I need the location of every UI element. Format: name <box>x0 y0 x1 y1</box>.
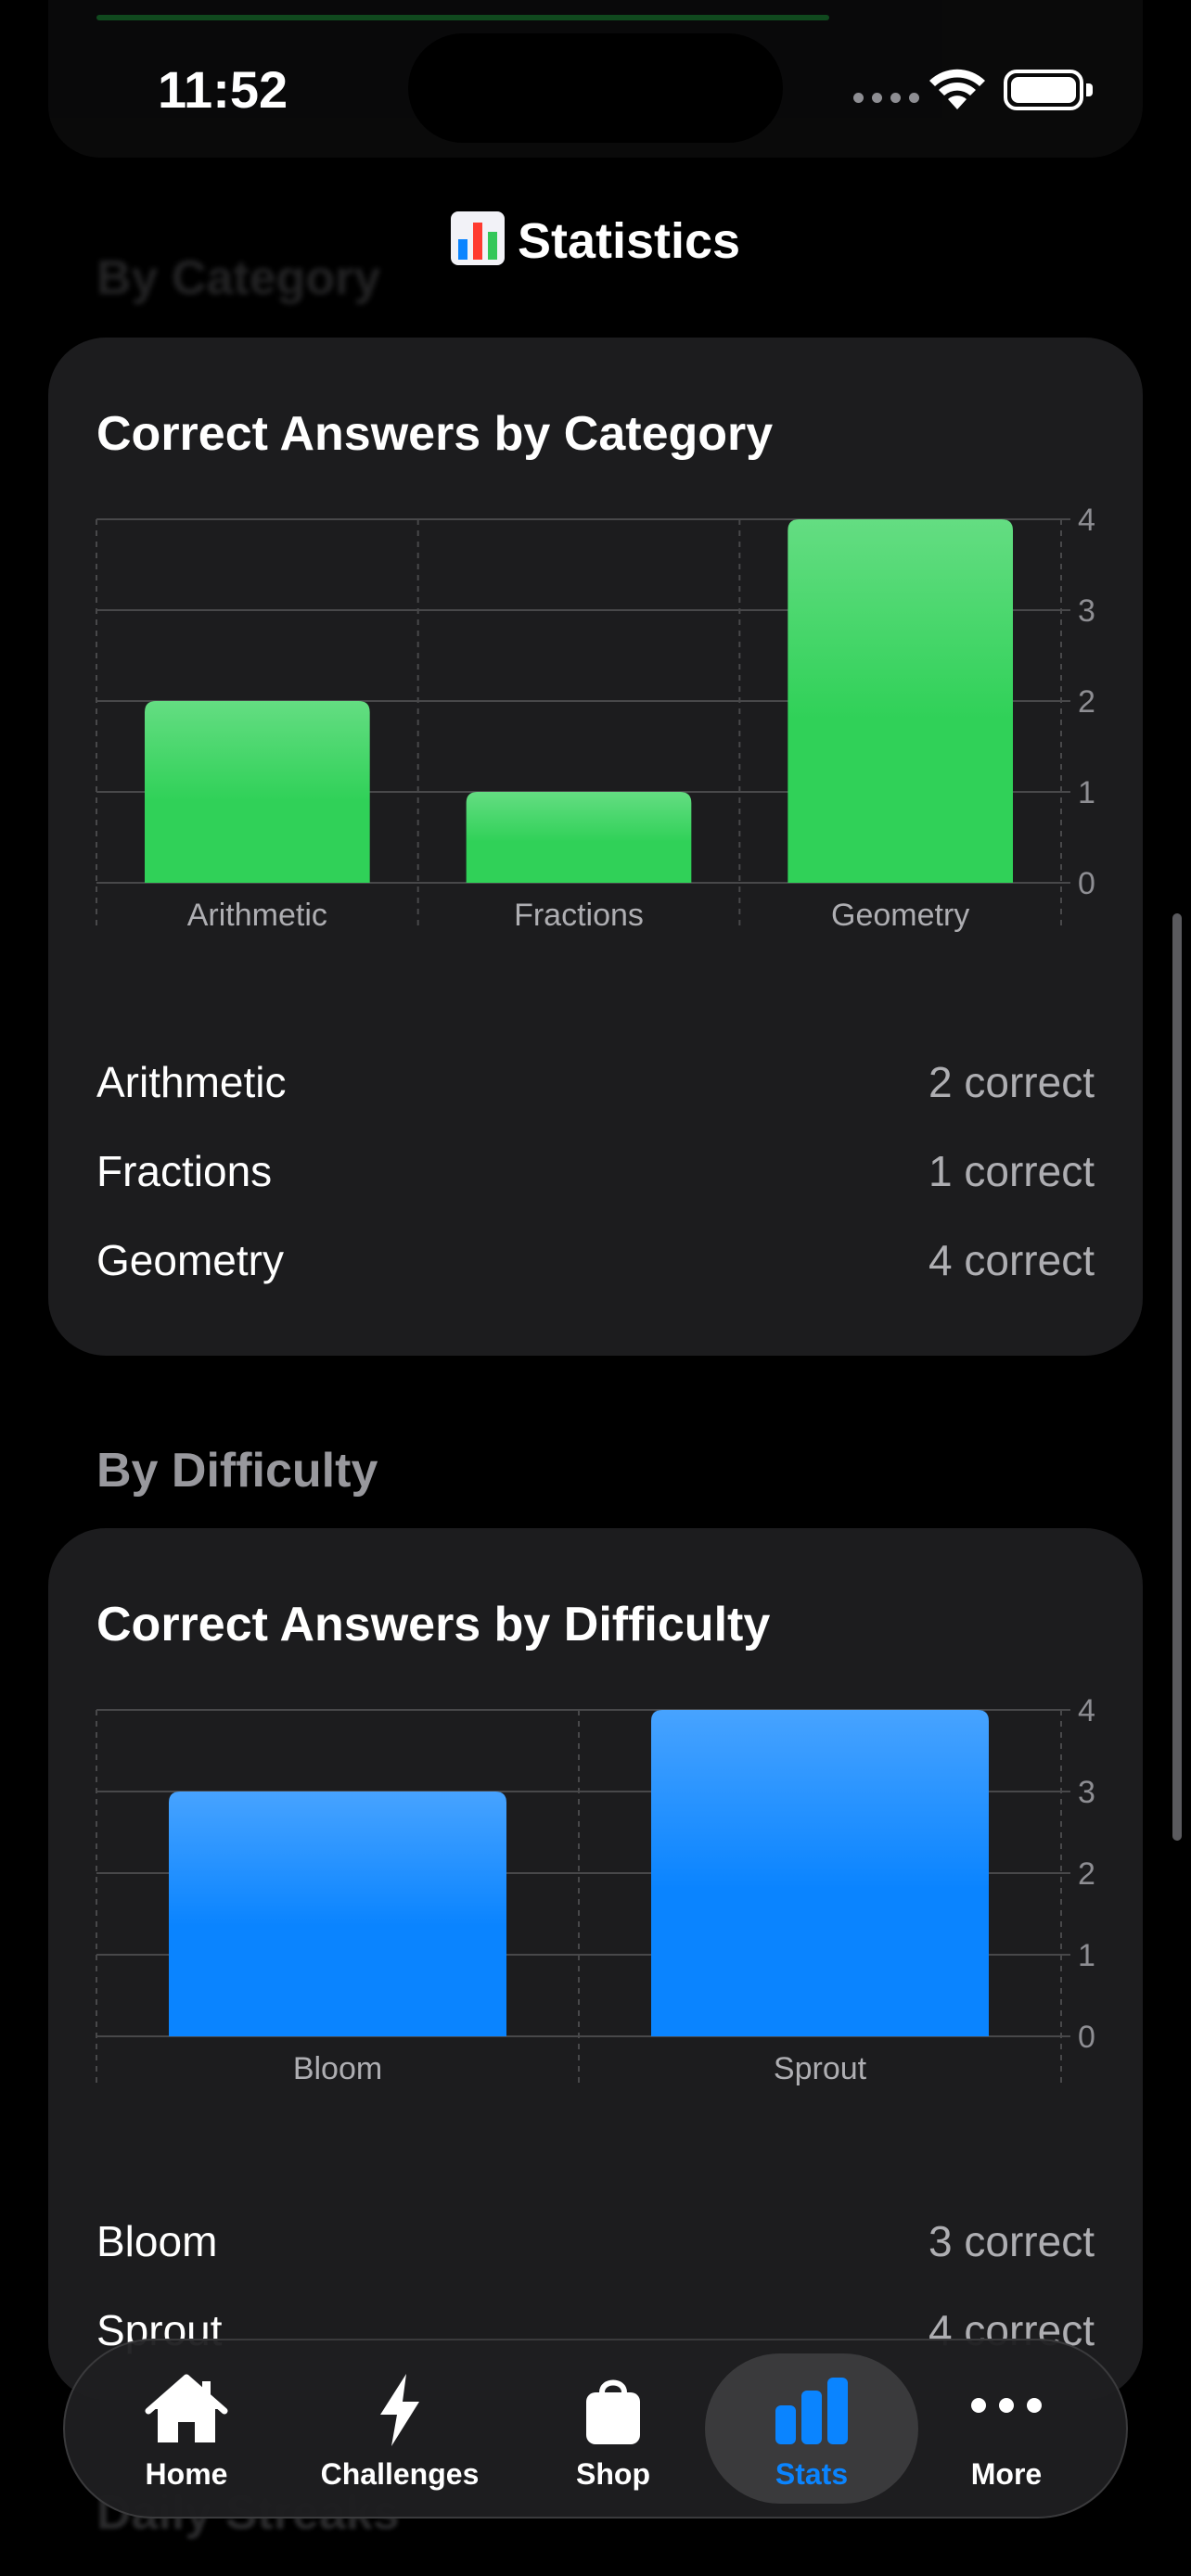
tab-label: Challenges <box>320 2457 480 2491</box>
page-title-text: Statistics <box>517 213 741 269</box>
x-tick-label: Sprout <box>774 2051 867 2086</box>
bar-fractions <box>466 792 692 883</box>
y-tick-label: 1 <box>1078 1938 1095 1973</box>
bag-icon <box>586 2379 640 2444</box>
x-tick-label: Fractions <box>514 898 644 933</box>
house-icon <box>145 2374 228 2442</box>
y-tick-label: 0 <box>1078 866 1095 901</box>
tab-label: Shop <box>576 2457 650 2491</box>
bar-geometry <box>788 519 1013 883</box>
battery-icon <box>1004 70 1093 110</box>
difficulty-chart-title: Correct Answers by Difficulty <box>96 1598 771 1651</box>
status-time: 11:52 <box>158 60 288 119</box>
y-tick-label: 2 <box>1078 684 1095 720</box>
bar-bloom <box>169 1792 506 2036</box>
ellipsis-icon <box>971 2398 1042 2413</box>
stat-row-value: 1 correct <box>928 1147 1095 1195</box>
stat-row-geometry: Geometry 4 correct <box>96 1235 1095 1285</box>
y-tick-label: 2 <box>1078 1856 1095 1892</box>
tab-stats[interactable]: Stats <box>705 2353 918 2504</box>
x-tick-label: Arithmetic <box>187 898 327 933</box>
tab-shop[interactable]: Shop <box>506 2353 720 2504</box>
category-chart-card: Correct Answers by Category 0 1 2 3 4 Arithme… <box>48 338 1143 1356</box>
stat-row-fractions: Fractions 1 correct <box>96 1146 1095 1196</box>
stat-row-label: Geometry <box>96 1236 284 1284</box>
bar-sprout <box>651 1710 989 2036</box>
category-chart-title: Correct Answers by Category <box>96 407 774 461</box>
stat-row-value: 3 correct <box>928 2217 1095 2265</box>
cellular-signal-icon <box>853 93 919 103</box>
x-tick-label: Geometry <box>831 898 969 933</box>
y-tick-label: 3 <box>1078 593 1095 629</box>
stats-screen: 11:52 By Category Statistics Correct Ans… <box>0 0 1191 2576</box>
stat-row-arithmetic: Arithmetic 2 correct <box>96 1057 1095 1107</box>
y-tick-label: 3 <box>1078 1775 1095 1810</box>
bar-chart-emoji-icon <box>450 211 505 265</box>
tab-bar: Home Challenges Shop Stats More <box>63 2339 1128 2519</box>
tab-label: Stats <box>775 2457 849 2491</box>
y-tick-label: 4 <box>1078 1695 1095 1728</box>
tab-home[interactable]: Home <box>80 2353 293 2504</box>
stat-row-value: 4 correct <box>928 1236 1095 1284</box>
stat-row-bloom: Bloom 3 correct <box>96 2216 1095 2266</box>
stat-row-label: Bloom <box>96 2217 218 2265</box>
stat-row-value: 2 correct <box>928 1058 1095 1106</box>
scroll-indicator[interactable] <box>1172 913 1182 1841</box>
stat-row-label: Arithmetic <box>96 1058 287 1106</box>
wifi-icon <box>929 69 985 109</box>
stat-row-label: Fractions <box>96 1147 273 1195</box>
y-tick-label: 1 <box>1078 775 1095 810</box>
tab-more[interactable]: More <box>900 2353 1113 2504</box>
y-tick-label: 4 <box>1078 504 1095 538</box>
bolt-icon <box>380 2374 419 2446</box>
dynamic-island <box>408 33 783 143</box>
section-header-difficulty: By Difficulty <box>96 1444 378 1498</box>
chart-bar-icon <box>775 2378 848 2444</box>
difficulty-bar-chart: 0 1 2 3 4 Bloom Sprout <box>96 1695 1095 2086</box>
difficulty-chart-card: Correct Answers by Difficulty 0 1 2 3 4 Bloom… <box>48 1528 1143 2400</box>
tab-label: More <box>970 2457 1043 2491</box>
tab-challenges[interactable]: Challenges <box>293 2353 506 2504</box>
status-bar: 11:52 <box>0 0 1191 176</box>
bar-arithmetic <box>145 701 370 883</box>
category-bar-chart: 0 1 2 3 4 Arithmetic Fractions Geometry <box>96 504 1095 933</box>
page-title: Statistics <box>0 211 1191 270</box>
tab-label: Home <box>145 2457 228 2491</box>
x-tick-label: Bloom <box>293 2051 382 2086</box>
y-tick-label: 0 <box>1078 2020 1095 2055</box>
